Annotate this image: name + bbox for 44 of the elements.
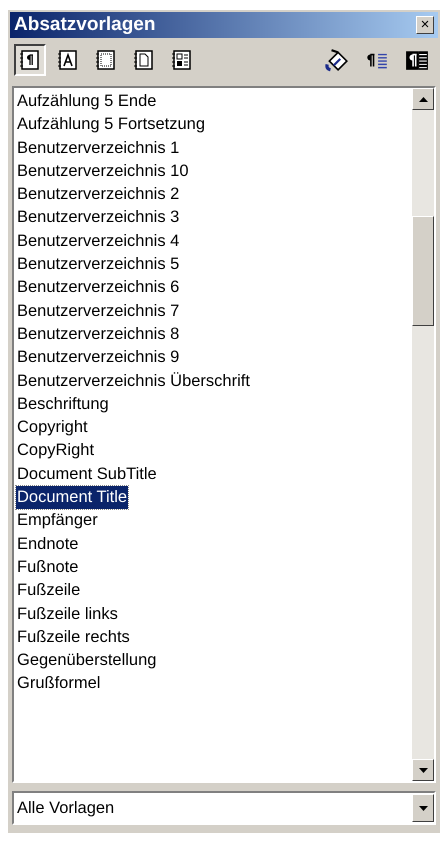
style-list-item[interactable]: Aufzählung 5 Fortsetzung: [16, 113, 206, 137]
bucket-icon: [325, 48, 349, 72]
style-list-item[interactable]: Benutzerverzeichnis 4: [16, 230, 180, 254]
page-icon: [133, 49, 155, 71]
style-list-item[interactable]: Grußformel: [16, 672, 102, 696]
style-list-item[interactable]: Benutzerverzeichnis 1: [16, 136, 180, 160]
scroll-down-button[interactable]: [412, 759, 434, 781]
style-list-item[interactable]: Benutzerverzeichnis 5: [16, 253, 180, 276]
scroll-thumb[interactable]: [412, 216, 434, 326]
scroll-up-button[interactable]: [412, 88, 434, 110]
style-list-item[interactable]: Document SubTitle: [16, 462, 158, 486]
style-list-item[interactable]: Fußzeile links: [16, 602, 119, 626]
close-button[interactable]: ×: [416, 16, 434, 34]
dropdown-value: Alle Vorlagen: [16, 798, 116, 818]
down-arrow-icon: [418, 806, 428, 810]
style-list-item[interactable]: Empfänger: [16, 509, 99, 533]
style-list-item[interactable]: Document Title: [16, 486, 128, 510]
style-list-item[interactable]: Gegenüberstellung: [16, 649, 158, 672]
frame-icon: [95, 49, 117, 71]
style-list-item[interactable]: Benutzerverzeichnis 3: [16, 206, 180, 230]
style-list-item[interactable]: Benutzerverzeichnis 9: [16, 346, 180, 370]
style-list-item[interactable]: Endnote: [16, 532, 80, 556]
style-list-item[interactable]: Benutzerverzeichnis 10: [16, 160, 190, 184]
window-title: Absatzvorlagen: [14, 14, 156, 36]
style-family-tab[interactable]: [14, 44, 46, 76]
filter-dropdown[interactable]: Alle Vorlagen: [12, 791, 436, 825]
style-list-item[interactable]: Aufzählung 5 Ende: [16, 90, 158, 114]
style-list-item[interactable]: Benutzerverzeichnis 2: [16, 183, 180, 206]
style-list-item[interactable]: Fußnote: [16, 556, 80, 580]
letter-icon: [57, 49, 79, 71]
paragraph-icon: [19, 49, 41, 71]
style-list-item[interactable]: Benutzerverzeichnis 8: [16, 322, 180, 346]
style-list-item[interactable]: Fußzeile: [16, 579, 82, 603]
style-list-item[interactable]: Copyright: [16, 416, 89, 440]
up-arrow-icon: [418, 96, 428, 102]
style-list-item[interactable]: Benutzerverzeichnis 7: [16, 300, 180, 323]
style-list-item[interactable]: CopyRight: [16, 439, 96, 463]
style-list-item[interactable]: Benutzerverzeichnis Überschrift: [16, 370, 251, 393]
dropdown-button[interactable]: [412, 794, 434, 822]
list-icon: [171, 49, 193, 71]
style-list-item[interactable]: Benutzerverzeichnis 6: [16, 276, 180, 300]
style-list-item[interactable]: Fußzeile rechts: [16, 626, 131, 650]
down-arrow-icon: [418, 768, 428, 772]
style-list-item[interactable]: Beschriftung: [16, 392, 110, 416]
